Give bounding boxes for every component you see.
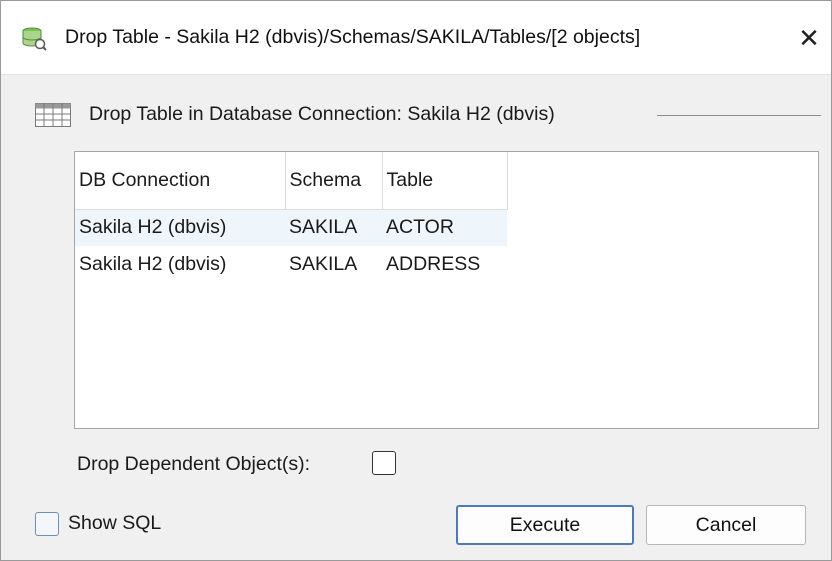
table-row[interactable]: Sakila H2 (dbvis) SAKILA ADDRESS [75, 246, 507, 283]
execute-button[interactable]: Execute [456, 505, 634, 545]
drop-dependent-label: Drop Dependent Object(s): [77, 453, 311, 475]
cell-db-connection: Sakila H2 (dbvis) [79, 253, 227, 275]
cell-table: ADDRESS [386, 253, 481, 275]
table-header-row: DB Connection Schema Table [75, 152, 508, 210]
close-button[interactable]: ✕ [787, 15, 831, 61]
objects-table: DB Connection Schema Table Sakila H2 (db… [75, 152, 508, 283]
cell-db-connection: Sakila H2 (dbvis) [75, 209, 285, 246]
cell-table: ACTOR [382, 209, 507, 246]
objects-table-panel[interactable]: DB Connection Schema Table Sakila H2 (db… [74, 151, 819, 429]
table-row[interactable]: Sakila H2 (dbvis) SAKILA ACTOR [75, 209, 507, 246]
cell-schema: SAKILA [285, 209, 382, 246]
close-icon: ✕ [798, 23, 820, 53]
title-bar: Drop Table - Sakila H2 (dbvis)/Schemas/S… [1, 1, 831, 75]
show-sql-label[interactable]: Show SQL [68, 512, 161, 535]
column-header-table[interactable]: Table [382, 152, 508, 210]
drop-dependent-checkbox[interactable] [372, 451, 396, 475]
group-divider [657, 115, 821, 116]
database-icon [22, 27, 47, 51]
group-title: Drop Table in Database Connection: Sakil… [89, 103, 555, 125]
column-header-schema[interactable]: Schema [285, 152, 383, 210]
cell-schema: SAKILA [289, 253, 358, 275]
window-title: Drop Table - Sakila H2 (dbvis)/Schemas/S… [65, 26, 641, 48]
table-grid-icon [35, 103, 71, 127]
column-header-db-connection[interactable]: DB Connection [75, 152, 286, 210]
drop-table-dialog: Drop Table - Sakila H2 (dbvis)/Schemas/S… [0, 0, 832, 561]
cancel-button[interactable]: Cancel [646, 505, 806, 545]
show-sql-checkbox[interactable] [35, 512, 59, 536]
group-header: Drop Table in Database Connection: Sakil… [35, 97, 821, 131]
